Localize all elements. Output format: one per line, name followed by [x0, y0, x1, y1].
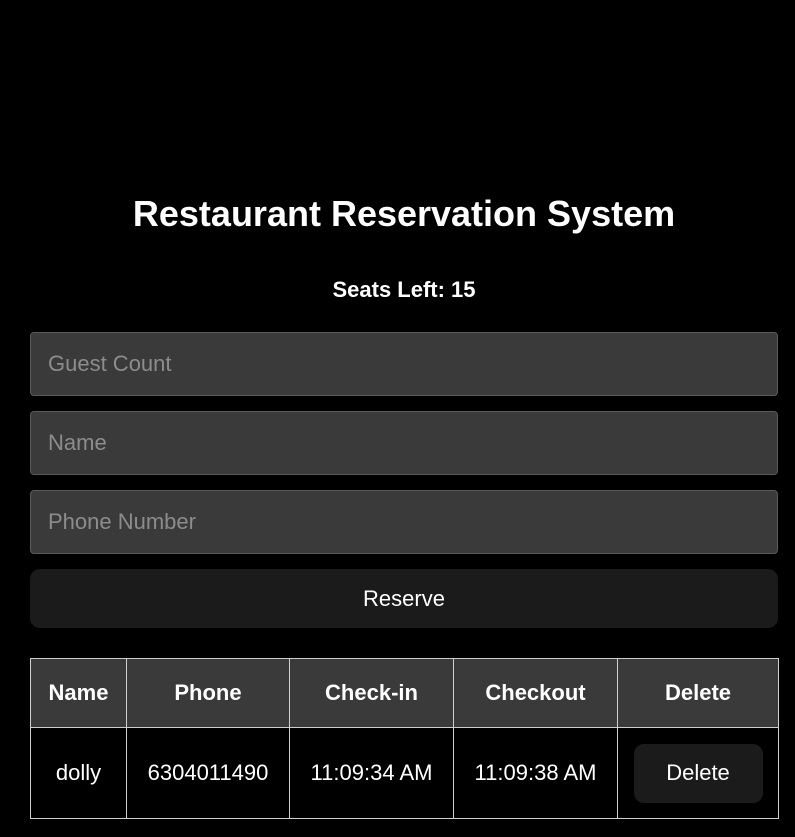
- cell-checkout: 11:09:38 AM: [453, 727, 618, 819]
- cell-delete: Delete: [617, 727, 779, 819]
- phone-number-input[interactable]: [30, 490, 778, 554]
- table-header-row: Name Phone Check-in Checkout Delete: [30, 658, 779, 728]
- app-root: Restaurant Reservation System Seats Left…: [0, 0, 795, 837]
- page-title: Restaurant Reservation System: [132, 193, 676, 234]
- table-row: dolly 6304011490 11:09:34 AM 11:09:38 AM…: [30, 727, 779, 819]
- cell-checkin: 11:09:34 AM: [289, 727, 454, 819]
- header-checkout: Checkout: [453, 658, 618, 728]
- reserve-button[interactable]: Reserve: [30, 569, 778, 628]
- reservations-table: Name Phone Check-in Checkout Delete doll…: [30, 658, 779, 819]
- name-input[interactable]: [30, 411, 778, 475]
- cell-name: dolly: [30, 727, 127, 819]
- header-delete: Delete: [617, 658, 779, 728]
- delete-button[interactable]: Delete: [633, 743, 763, 803]
- seats-left-label: Seats Left: 15: [332, 277, 476, 302]
- header-checkin: Check-in: [289, 658, 454, 728]
- guest-count-input[interactable]: [30, 332, 778, 396]
- cell-phone: 6304011490: [126, 727, 290, 819]
- header-phone: Phone: [126, 658, 290, 728]
- header-name: Name: [30, 658, 127, 728]
